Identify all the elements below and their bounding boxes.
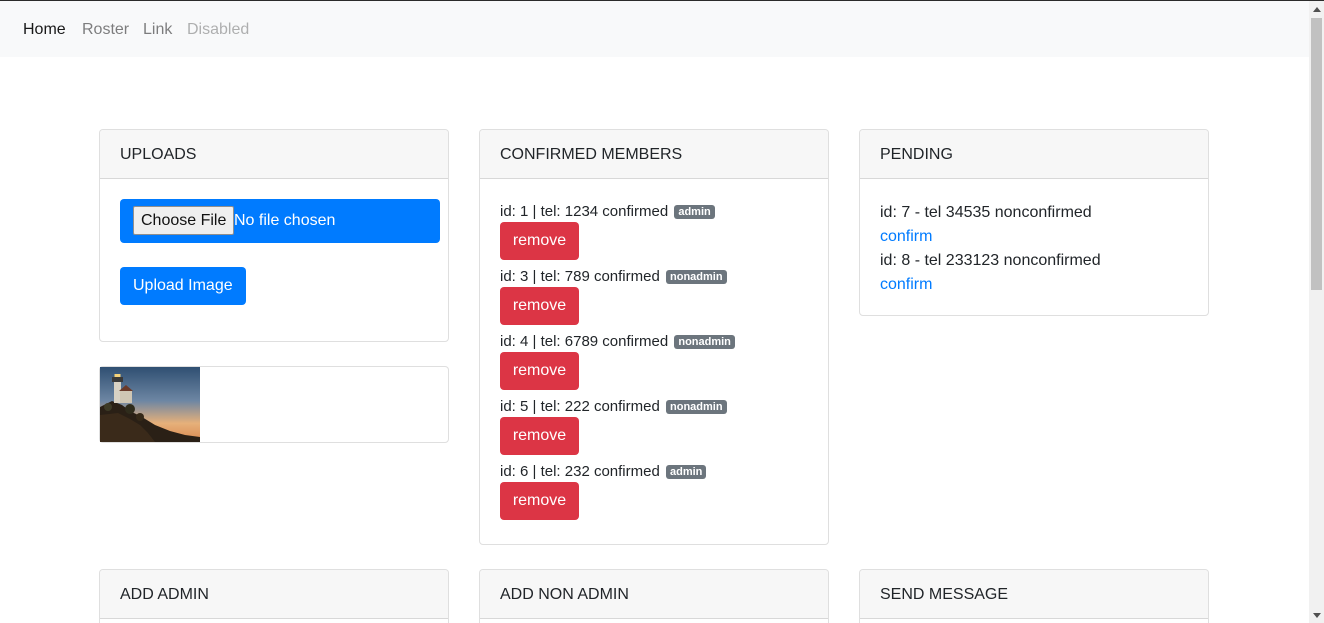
member-info: id: 5 | tel: 222 confirmed [500,398,660,415]
member-row: id: 5 | tel: 222 confirmed nonadmin [500,398,727,416]
nav-disabled: Disabled [187,21,250,38]
lighthouse-thumbnail-icon [100,367,200,442]
uploads-card-title: UPLOADS [100,130,448,179]
role-badge: admin [674,205,715,219]
choose-file-button[interactable]: Choose File [133,206,235,235]
role-badge: nonadmin [666,400,727,414]
send-message-title: SEND MESSAGE [860,570,1208,619]
confirm-link[interactable]: confirm [880,275,932,294]
member-info: id: 4 | tel: 6789 confirmed [500,333,669,350]
remove-button[interactable]: remove [500,482,579,520]
pending-item-text: id: 8 - tel 233123 nonconfirmed [880,252,1101,269]
member-row: id: 6 | tel: 232 confirmed admin [500,463,707,481]
add-admin-card: ADD ADMIN [99,569,449,623]
scroll-down-arrow-icon[interactable] [1313,613,1321,618]
role-badge: nonadmin [666,270,727,284]
pending-title: PENDING [860,130,1208,179]
member-info: id: 1 | tel: 1234 confirmed [500,203,669,220]
vertical-scrollbar[interactable] [1309,1,1324,623]
confirmed-members-card: CONFIRMED MEMBERS id: 1 | tel: 1234 conf… [479,129,829,545]
nav-home[interactable]: Home [23,20,66,39]
no-file-chosen-text: No file chosen [234,212,336,229]
uploads-card: UPLOADS Choose File No file chosen Uploa… [99,129,449,342]
nav-roster[interactable]: Roster [82,20,129,39]
role-badge: admin [666,465,707,479]
member-info: id: 3 | tel: 789 confirmed [500,268,660,285]
app-window: Home Roster Link Disabled UPLOADS Choose… [0,0,1324,623]
add-admin-title: ADD ADMIN [100,570,448,619]
upload-image-button[interactable]: Upload Image [120,267,246,305]
member-row: id: 3 | tel: 789 confirmed nonadmin [500,268,727,286]
nav-link[interactable]: Link [143,20,172,39]
pending-card: PENDING id: 7 - tel 34535 nonconfirmed c… [859,129,1209,316]
member-row: id: 4 | tel: 6789 confirmed nonadmin [500,333,735,351]
remove-button[interactable]: remove [500,352,579,390]
add-non-admin-card: ADD NON ADMIN [479,569,829,623]
file-input[interactable]: Choose File No file chosen [120,199,440,243]
scrollbar-thumb[interactable] [1311,18,1322,290]
pending-item-text: id: 7 - tel 34535 nonconfirmed [880,204,1092,221]
remove-button[interactable]: remove [500,222,579,260]
navbar: Home Roster Link Disabled [0,1,1309,57]
send-message-card: SEND MESSAGE [859,569,1209,623]
role-badge: nonadmin [674,335,735,349]
member-info: id: 6 | tel: 232 confirmed [500,463,660,480]
confirm-link[interactable]: confirm [880,227,932,246]
scroll-up-arrow-icon[interactable] [1313,7,1321,12]
add-non-admin-title: ADD NON ADMIN [480,570,828,619]
remove-button[interactable]: remove [500,287,579,325]
image-card [99,366,449,443]
member-row: id: 1 | tel: 1234 confirmed admin [500,203,715,221]
remove-button[interactable]: remove [500,417,579,455]
confirmed-members-title: CONFIRMED MEMBERS [480,130,828,179]
